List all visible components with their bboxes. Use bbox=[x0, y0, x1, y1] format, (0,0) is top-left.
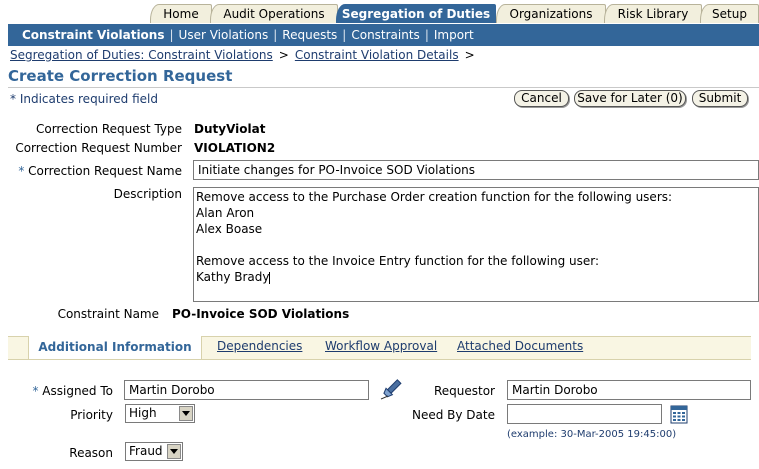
description-line: Kathy Brady bbox=[196, 270, 270, 284]
tab-organizations[interactable]: Organizations bbox=[496, 4, 606, 23]
save-for-later-button[interactable]: Save for Later (0) bbox=[574, 90, 686, 107]
required-star: * bbox=[18, 164, 29, 178]
tab-segregation-of-duties[interactable]: Segregation of Duties bbox=[336, 4, 496, 23]
description-textarea[interactable]: Remove access to the Purchase Order crea… bbox=[193, 187, 759, 302]
subnav-import[interactable]: Import bbox=[434, 28, 474, 42]
need-by-date-hint: (example: 30-Mar-2005 19:45:00) bbox=[507, 429, 677, 440]
required-star: * bbox=[32, 384, 43, 398]
sub-navigation-bar: Constraint Violations | User Violations | Re… bbox=[8, 24, 759, 46]
request-name-input[interactable]: Initiate changes for PO-Invoice SOD Viol… bbox=[193, 160, 759, 180]
description-line-last: Kathy Brady bbox=[196, 269, 756, 285]
chevron-down-icon bbox=[167, 444, 181, 459]
description-line: Remove access to the Purchase Order crea… bbox=[196, 190, 673, 204]
description-line: Alex Boase bbox=[196, 222, 263, 236]
constraint-name-value: PO-Invoice SOD Violations bbox=[172, 307, 350, 321]
page-title: Create Correction Request bbox=[8, 67, 233, 85]
request-name-label-text: Correction Request Name bbox=[28, 164, 182, 178]
submit-button[interactable]: Submit bbox=[692, 90, 748, 107]
subtab-attached-documents[interactable]: Attached Documents bbox=[457, 339, 583, 353]
need-by-date-input[interactable] bbox=[507, 404, 662, 424]
breadcrumb-separator: > bbox=[464, 48, 475, 62]
request-number-label: Correction Request Number bbox=[15, 141, 182, 155]
requestor-label: Requestor bbox=[433, 384, 495, 398]
subtab-additional-information[interactable]: Additional Information bbox=[28, 336, 202, 359]
subtab-dependencies[interactable]: Dependencies bbox=[217, 339, 302, 353]
tab-setup[interactable]: Setup bbox=[700, 4, 759, 23]
tab-audit-operations[interactable]: Audit Operations bbox=[210, 4, 338, 23]
breadcrumb: Segregation of Duties: Constraint Violat… bbox=[10, 48, 481, 62]
text-cursor bbox=[269, 271, 271, 284]
request-type-label: Correction Request Type bbox=[35, 122, 182, 136]
calendar-icon[interactable] bbox=[670, 404, 688, 424]
breadcrumb-link-constraint-violations[interactable]: Segregation of Duties: Constraint Violat… bbox=[10, 48, 273, 62]
priority-select[interactable]: High bbox=[125, 404, 195, 423]
priority-select-value: High bbox=[129, 406, 157, 420]
breadcrumb-separator: > bbox=[278, 48, 289, 62]
request-type-value: DutyViolat bbox=[194, 122, 266, 136]
description-line: Alan Aron bbox=[196, 206, 255, 220]
assigned-to-label: * Assigned To bbox=[32, 384, 113, 398]
cancel-button[interactable]: Cancel bbox=[514, 90, 569, 107]
request-number-value: VIOLATION2 bbox=[194, 141, 276, 155]
description-line: Remove access to the Invoice Entry funct… bbox=[196, 254, 600, 268]
tab-risk-library[interactable]: Risk Library bbox=[604, 4, 702, 23]
description-label: Description bbox=[113, 187, 182, 201]
reason-select[interactable]: Fraud bbox=[125, 442, 183, 461]
chevron-down-icon bbox=[179, 406, 193, 421]
subtab-workflow-approval[interactable]: Workflow Approval bbox=[325, 339, 437, 353]
subnav-constraints[interactable]: Constraints bbox=[351, 28, 419, 42]
constraint-name-label: Constraint Name bbox=[57, 307, 159, 321]
assigned-to-label-text: Assigned To bbox=[42, 384, 113, 398]
breadcrumb-link-violation-details[interactable]: Constraint Violation Details bbox=[295, 48, 459, 62]
need-by-date-label: Need By Date bbox=[411, 408, 495, 422]
tab-home[interactable]: Home bbox=[150, 4, 212, 23]
subnav-user-violations[interactable]: User Violations bbox=[179, 28, 269, 42]
priority-label: Priority bbox=[70, 408, 113, 422]
flashlight-search-icon[interactable] bbox=[379, 377, 403, 401]
assigned-to-input[interactable]: Martin Dorobo bbox=[124, 380, 369, 400]
request-name-label: * Correction Request Name bbox=[18, 164, 182, 178]
required-field-note: * Indicates required field bbox=[10, 92, 159, 106]
reason-label: Reason bbox=[69, 446, 113, 460]
reason-select-value: Fraud bbox=[129, 444, 163, 458]
requestor-input[interactable]: Martin Dorobo bbox=[507, 380, 751, 400]
title-divider bbox=[8, 87, 759, 88]
description-line bbox=[196, 237, 756, 253]
subnav-requests[interactable]: Requests bbox=[282, 28, 337, 42]
subnav-constraint-violations[interactable]: Constraint Violations bbox=[8, 28, 164, 42]
